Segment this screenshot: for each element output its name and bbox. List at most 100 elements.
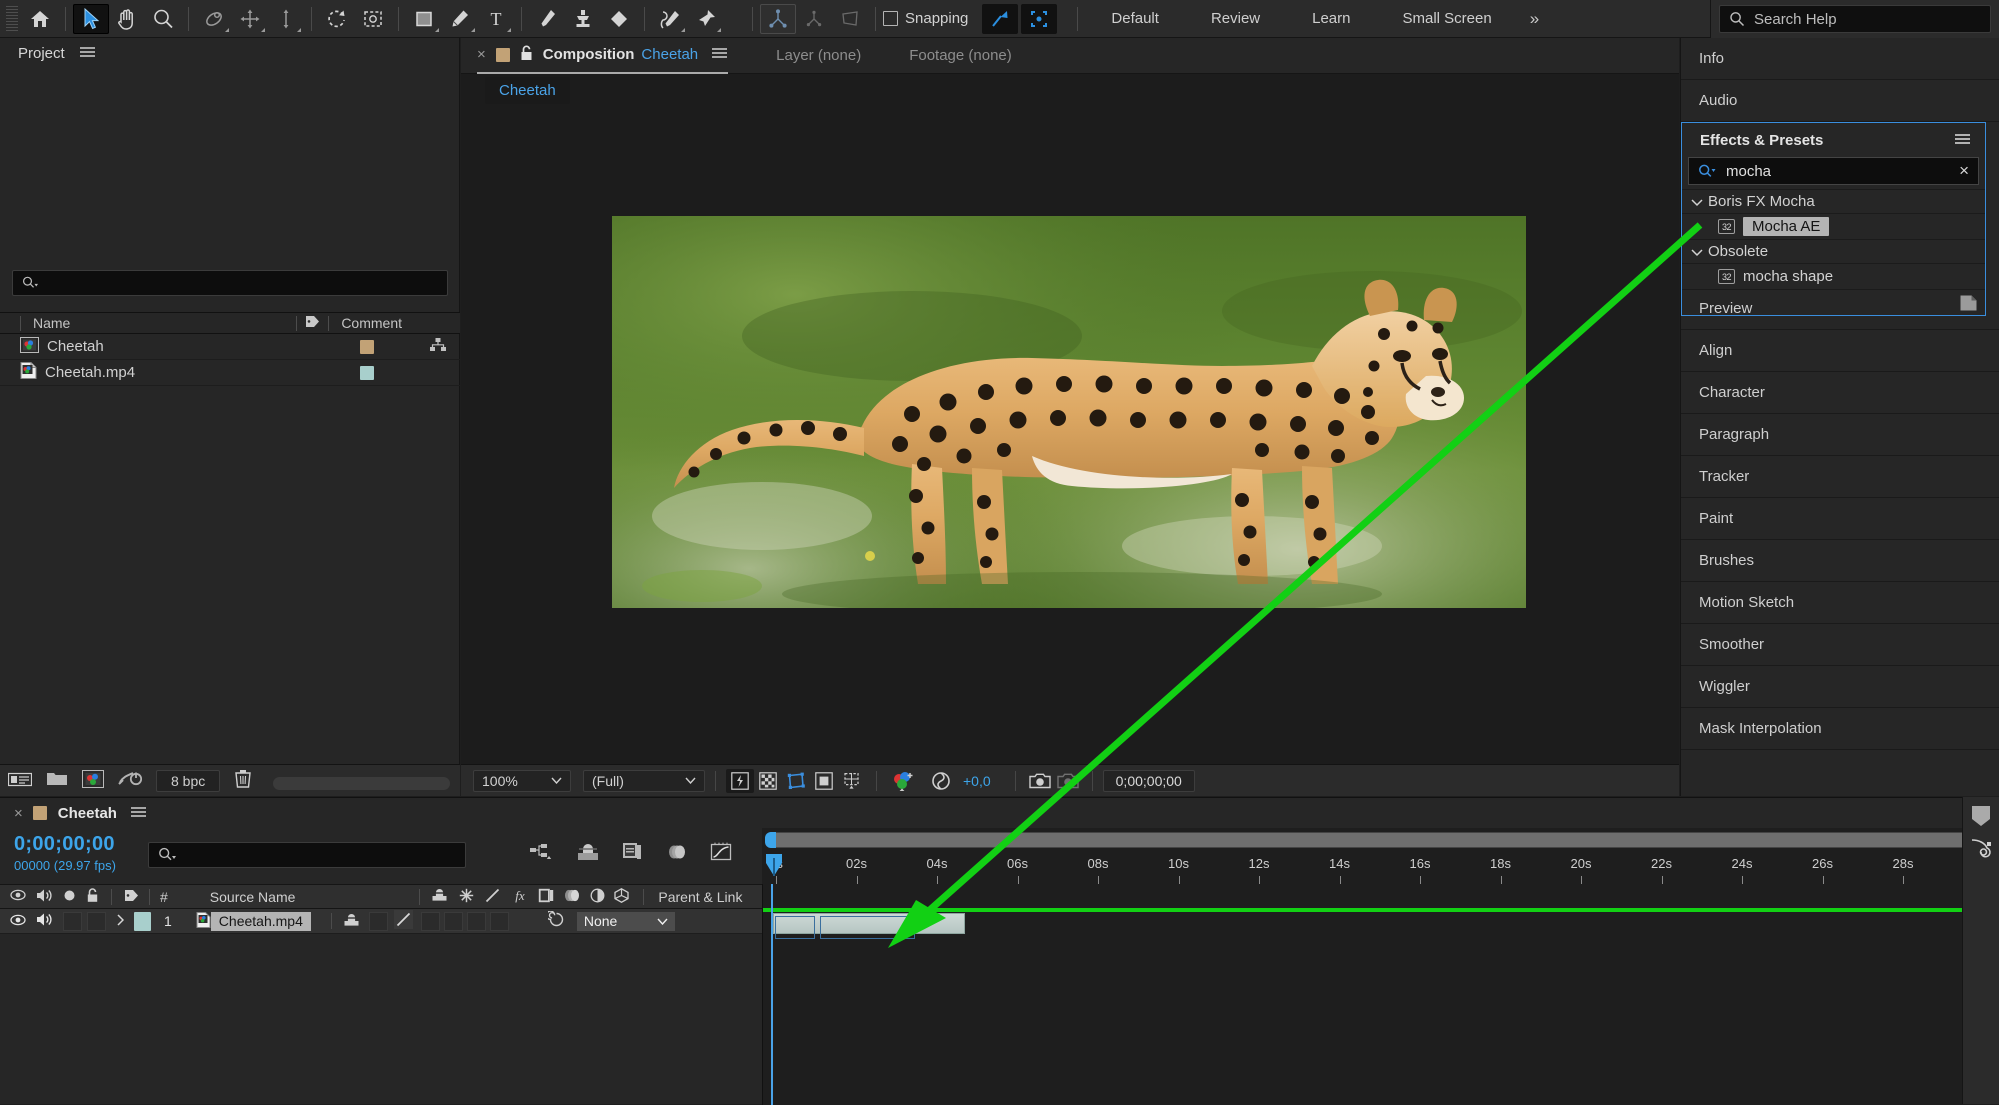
audio-icon[interactable]	[36, 888, 53, 906]
project-item-cheetah-mp4[interactable]: Cheetah.mp4	[0, 360, 460, 386]
three-d-layer-switch-icon[interactable]	[614, 888, 629, 906]
type-tool-icon[interactable]: T	[478, 4, 514, 34]
layer-number-column[interactable]: #	[160, 889, 168, 905]
sidebar-item-brushes[interactable]: Brushes	[1681, 540, 1999, 582]
work-area-bar[interactable]	[770, 832, 1985, 848]
brush-tool-icon[interactable]	[529, 4, 565, 34]
zoom-tool-icon[interactable]	[145, 4, 181, 34]
sidebar-item-motion-sketch[interactable]: Motion Sketch	[1681, 582, 1999, 624]
clone-stamp-tool-icon[interactable]	[565, 4, 601, 34]
comp-marker-icon[interactable]	[1971, 805, 1991, 831]
sidebar-item-mask-interpolation[interactable]: Mask Interpolation	[1681, 708, 1999, 750]
take-snapshot-icon[interactable]	[1026, 769, 1054, 793]
composition-flowchart-icon[interactable]	[430, 338, 446, 356]
tab-footage-none[interactable]: Footage (none)	[909, 47, 1012, 64]
eraser-tool-icon[interactable]	[601, 4, 637, 34]
clear-search-icon[interactable]: ×	[1959, 161, 1969, 181]
snap-3d-axis-icon[interactable]	[760, 4, 796, 34]
effects-group-boris-fx-mocha[interactable]: Boris FX Mocha	[1682, 189, 1985, 213]
lock-icon[interactable]	[86, 888, 99, 906]
workspace-learn[interactable]: Learn	[1286, 0, 1376, 38]
workspace-default[interactable]: Default	[1085, 0, 1185, 38]
layer-frame-blending-toggle[interactable]	[444, 912, 463, 931]
bit-depth-button[interactable]: 8 bpc	[156, 770, 220, 792]
proportional-grid-icon[interactable]	[838, 769, 866, 793]
workspace-small-screen[interactable]: Small Screen	[1377, 0, 1518, 38]
snap-mode-arrow-icon[interactable]	[982, 4, 1018, 34]
layer-shy-switch-icon[interactable]	[343, 913, 360, 930]
sidebar-item-audio[interactable]: Audio	[1681, 80, 1999, 122]
viewer-menu-icon[interactable]	[711, 46, 728, 63]
layer-adjustment-toggle[interactable]	[490, 912, 509, 931]
sidebar-item-wiggler[interactable]: Wiggler	[1681, 666, 1999, 708]
sidebar-item-tracker[interactable]: Tracker	[1681, 456, 1999, 498]
resolution-dropdown[interactable]: (Full)	[583, 770, 705, 792]
sidebar-item-paint[interactable]: Paint	[1681, 498, 1999, 540]
snapping-checkbox[interactable]	[883, 11, 898, 26]
expand-layer-chevron-icon[interactable]	[116, 913, 124, 929]
motion-blur-icon[interactable]	[666, 842, 688, 866]
playhead-marker-icon[interactable]	[763, 854, 785, 882]
effect-item-mocha-shape[interactable]: 32 mocha shape	[1682, 263, 1985, 289]
channel-select-icon[interactable]	[887, 769, 919, 793]
layer-3d-toggle[interactable]	[513, 912, 532, 931]
effects-switch-icon[interactable]: fx	[511, 888, 529, 906]
mask-visibility-icon[interactable]	[782, 769, 810, 793]
motion-blur-rail-icon[interactable]	[1969, 837, 1993, 863]
motion-blur-switch-icon[interactable]	[563, 888, 581, 906]
parent-and-link-dropdown[interactable]: None	[577, 912, 675, 931]
layer-effects-toggle[interactable]	[421, 912, 440, 931]
solo-icon[interactable]	[63, 889, 76, 905]
source-name-column[interactable]: Source Name	[210, 889, 296, 905]
roto-brush-tool-icon[interactable]	[652, 4, 688, 34]
rotation-tool-icon[interactable]	[319, 4, 355, 34]
effect-item-mocha-ae[interactable]: 32 Mocha AE	[1682, 213, 1985, 239]
parent-pickwhip-icon[interactable]	[548, 911, 565, 931]
hand-tool-icon[interactable]	[109, 4, 145, 34]
layer-motion-blur-toggle[interactable]	[467, 912, 486, 931]
sidebar-item-character[interactable]: Character	[1681, 372, 1999, 414]
transparency-grid-icon[interactable]	[754, 769, 782, 793]
clip-selection-handle-left[interactable]	[775, 916, 815, 939]
layer-quality-switch-icon[interactable]	[394, 910, 413, 932]
reset-exposure-icon[interactable]	[927, 769, 955, 793]
selection-tool-icon[interactable]	[73, 4, 109, 34]
project-column-comment[interactable]: Comment	[341, 315, 402, 331]
interpret-footage-icon[interactable]	[118, 770, 142, 792]
timeline-playhead[interactable]	[771, 884, 773, 1105]
tab-layer-none[interactable]: Layer (none)	[776, 47, 861, 64]
effects-search-input[interactable]: mocha ×	[1688, 157, 1979, 185]
project-search-input[interactable]	[12, 270, 448, 296]
snap-3d-point-icon[interactable]	[796, 4, 832, 34]
composition-mini-flowchart-icon[interactable]	[530, 842, 554, 866]
frame-blending-switch-icon[interactable]	[538, 888, 554, 906]
sub-tab-cheetah[interactable]: Cheetah	[485, 77, 570, 104]
snap-3d-plane-icon[interactable]	[832, 4, 868, 34]
current-time-display[interactable]: 0;00;00;00 00000 (29.97 fps)	[14, 833, 116, 873]
layer-collapse-toggle[interactable]	[369, 912, 388, 931]
close-icon[interactable]: ×	[14, 805, 23, 822]
lock-icon[interactable]	[520, 45, 533, 65]
clip-selection-handle-right[interactable]	[820, 916, 915, 939]
tab-composition-cheetah[interactable]: × Composition Cheetah	[477, 38, 728, 74]
close-icon[interactable]: ×	[477, 46, 486, 63]
new-composition-icon[interactable]	[8, 770, 32, 792]
effects-panel-menu-icon[interactable]	[1954, 132, 1971, 149]
rectangle-tool-icon[interactable]	[406, 4, 442, 34]
quality-switch-icon[interactable]	[485, 888, 500, 906]
video-visibility-icon[interactable]	[10, 888, 26, 905]
project-item-label-swatch[interactable]	[360, 340, 374, 354]
delete-icon[interactable]	[234, 769, 252, 792]
snap-mode-box-icon[interactable]	[1021, 4, 1057, 34]
layer-label-swatch[interactable]	[134, 912, 151, 931]
graph-editor-icon[interactable]	[710, 842, 732, 866]
timeline-graph-area[interactable]	[762, 884, 1999, 1105]
workspace-overflow-icon[interactable]: »	[1518, 9, 1551, 29]
new-folder-icon[interactable]	[46, 770, 68, 791]
composition-viewport[interactable]	[461, 106, 1679, 764]
timeline-ruler[interactable]: 0s02s04s06s08s10s12s14s16s18s20s22s24s26…	[762, 828, 1999, 884]
puppet-pin-tool-icon[interactable]	[688, 4, 724, 34]
pan-under-cursor-tool-icon[interactable]	[232, 4, 268, 34]
sidebar-item-paragraph[interactable]: Paragraph	[1681, 414, 1999, 456]
timeline-search-input[interactable]	[148, 842, 466, 868]
